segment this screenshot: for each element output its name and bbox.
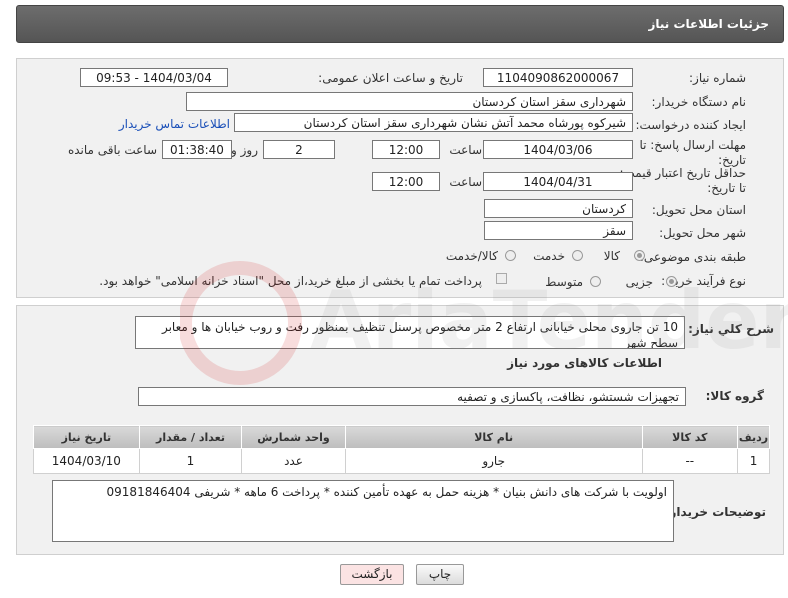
category-option-goods-service: کالا/خدمت — [445, 249, 498, 263]
price-valid-time-field[interactable]: 12:00 — [372, 172, 440, 191]
cell-name: جارو — [344, 448, 643, 474]
city-field[interactable]: سقز — [484, 221, 633, 240]
price-valid-label-line1: حداقل تاریخ اعتبار قیمت: — [619, 166, 746, 180]
col-header-date: تاریخ نیاز — [33, 425, 140, 449]
cell-unit: عدد — [241, 448, 346, 474]
col-header-code: کد کالا — [641, 425, 739, 449]
cell-qty: 1 — [138, 448, 243, 474]
cell-row-number: 1 — [737, 448, 770, 474]
province-field[interactable]: کردستان — [484, 199, 633, 218]
print-button[interactable]: چاپ — [416, 564, 464, 585]
buyer-notes-textarea[interactable]: اولویت با شرکت های دانش بنیان * هزینه حم… — [52, 480, 674, 542]
buyer-org-field[interactable]: شهرداری سقز استان کردستان — [186, 92, 633, 111]
col-header-name: نام کالا — [344, 425, 643, 449]
col-header-row: ردیف — [737, 425, 770, 449]
announce-field[interactable]: 1404/03/04 - 09:53 — [80, 68, 228, 87]
back-button[interactable]: بازگشت — [340, 564, 404, 585]
price-valid-label-line2: تا تاریخ: — [707, 181, 746, 195]
cell-code: -- — [641, 448, 739, 474]
process-option-minor: جزیی — [625, 275, 653, 289]
col-header-qty: تعداد / مقدار — [138, 425, 243, 449]
treasury-payment-note: پرداخت تمام یا بخشی از مبلغ خرید،از محل … — [99, 274, 482, 288]
goods-group-field[interactable]: تجهیزات شستشو، نظافت، پاکسازی و تصفیه — [138, 387, 686, 406]
days-label: روز و — [231, 143, 258, 157]
need-number-field[interactable]: 1104090862000067 — [483, 68, 633, 87]
page-header: جزئیات اطلاعات نیاز — [16, 5, 784, 43]
category-option-service: خدمت — [533, 249, 565, 263]
remaining-time-field[interactable]: 01:38:40 — [162, 140, 232, 159]
city-label: شهر محل تحویل: — [659, 226, 746, 240]
deadline-time-field[interactable]: 12:00 — [372, 140, 440, 159]
contact-buyer-link[interactable]: اطلاعات تماس خریدار — [119, 117, 230, 131]
table-row[interactable]: 1 -- جارو عدد 1 1404/03/10 — [33, 448, 770, 474]
buyer-notes-label: توضیحات خریدار: — [664, 505, 766, 519]
requester-label: ایجاد کننده درخواست: — [635, 118, 746, 132]
requester-field[interactable]: شیرکوه پورشاه محمد آتش نشان شهرداری سقز … — [234, 113, 633, 132]
goods-table-header: ردیف کد کالا نام کالا واحد شمارش تعداد /… — [33, 425, 770, 449]
description-textarea[interactable]: 10 تن جاروی محلی خیابانی ارتفاع 2 متر مخ… — [135, 316, 685, 349]
days-field[interactable]: 2 — [263, 140, 335, 159]
goods-table: ردیف کد کالا نام کالا واحد شمارش تعداد /… — [33, 425, 770, 474]
category-label: طبقه بندی موضوعی: — [639, 250, 746, 264]
price-valid-date-field[interactable]: 1404/04/31 — [483, 172, 633, 191]
deadline-label-line1: مهلت ارسال پاسخ: تا — [639, 138, 746, 152]
goods-group-label: گروه کالا: — [705, 389, 764, 403]
category-radio-goods[interactable] — [634, 250, 645, 261]
col-header-unit: واحد شمارش — [241, 425, 346, 449]
deadline-date-field[interactable]: 1404/03/06 — [483, 140, 633, 159]
goods-section-title: اطلاعات کالاهای مورد نیاز — [507, 356, 662, 370]
cell-date: 1404/03/10 — [33, 448, 140, 474]
announce-label: تاریخ و ساعت اعلان عمومی: — [318, 71, 463, 85]
deadline-time-label: ساعت — [449, 143, 482, 157]
process-radio-medium[interactable] — [590, 276, 601, 287]
province-label: استان محل تحویل: — [651, 203, 746, 217]
process-option-medium: متوسط — [545, 275, 583, 289]
need-number-label: شماره نیاز: — [689, 71, 746, 85]
remaining-time-label: ساعت باقی مانده — [67, 143, 157, 157]
deadline-label-line2: تاریخ: — [718, 153, 746, 167]
process-radio-minor[interactable] — [666, 276, 677, 287]
description-label: شرح كلي نياز: — [688, 322, 774, 336]
category-radio-goods-service[interactable] — [505, 250, 516, 261]
category-option-goods: کالا — [603, 249, 620, 263]
treasury-payment-checkbox[interactable] — [496, 273, 507, 284]
page-title: جزئیات اطلاعات نیاز — [648, 17, 769, 31]
category-radio-service[interactable] — [572, 250, 583, 261]
price-valid-time-label: ساعت — [449, 175, 482, 189]
buyer-org-label: نام دستگاه خریدار: — [651, 95, 747, 109]
